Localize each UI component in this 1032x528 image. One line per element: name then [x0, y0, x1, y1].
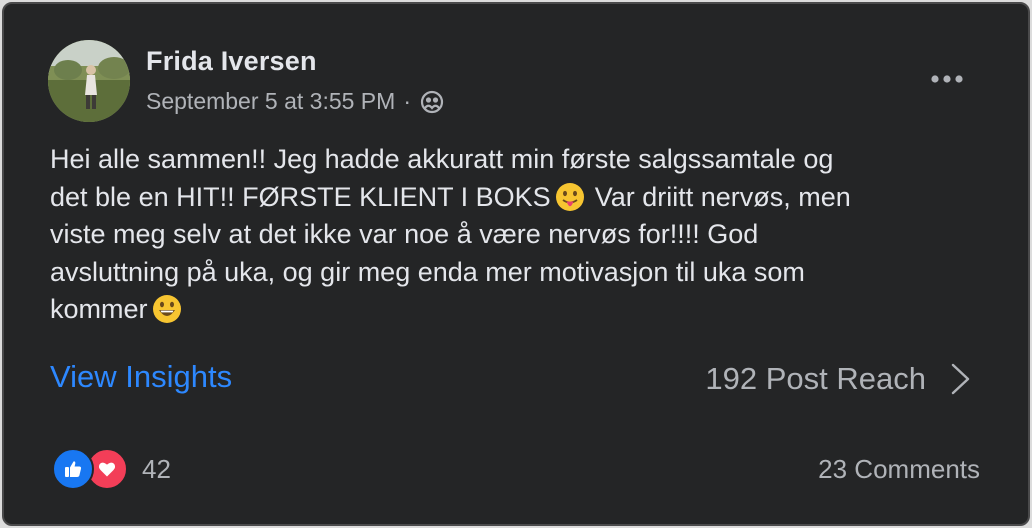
post-body-text: kommer — [50, 294, 148, 324]
post-meta: September 5 at 3:55 PM · — [146, 87, 445, 115]
post-reach-label: 192 Post Reach — [705, 361, 926, 396]
post-body-line: kommer — [50, 291, 990, 329]
reactions-summary[interactable]: 42 — [52, 448, 171, 490]
reaction-count: 42 — [142, 453, 171, 484]
post-reach-button[interactable]: 192 Post Reach — [705, 359, 972, 399]
comments-count-link[interactable]: 23 Comments — [818, 454, 980, 485]
author-name[interactable]: Frida Iversen — [146, 46, 317, 77]
post-timestamp[interactable]: September 5 at 3:55 PM — [146, 88, 395, 115]
meta-separator: · — [403, 87, 411, 114]
post-body-line: avsluttning på uka, og gir meg enda mer … — [50, 256, 805, 287]
post-body-line: viste meg selv at det ikke var noe å vær… — [50, 219, 759, 249]
post-body: Hei alle sammen!! Jeg hadde akkuratt min… — [50, 141, 990, 329]
post-body-line: Hei alle sammen!! Jeg hadde akkuratt min… — [50, 144, 834, 174]
post-body-line: det ble en HIT!! FØRSTE KLIENT I BOKS Var… — [50, 179, 990, 217]
post-body-text: det ble en HIT!! FØRSTE KLIENT I BOKS — [50, 181, 551, 212]
avatar[interactable] — [48, 40, 130, 122]
view-insights-link[interactable]: View Insights — [50, 359, 232, 395]
more-options-button[interactable] — [930, 62, 964, 96]
chevron-right-icon — [951, 363, 970, 395]
grinning-emoji — [152, 295, 181, 323]
avatar-photo — [48, 40, 130, 122]
like-icon — [52, 448, 94, 490]
post-card: Frida Iversen September 5 at 3:55 PM · H… — [2, 2, 1030, 526]
more-horizontal-icon — [931, 75, 963, 83]
friends-icon[interactable] — [419, 89, 445, 115]
post-body-text: Var driitt nervøs, men — [594, 181, 851, 212]
tongue-out-emoji — [555, 182, 584, 211]
